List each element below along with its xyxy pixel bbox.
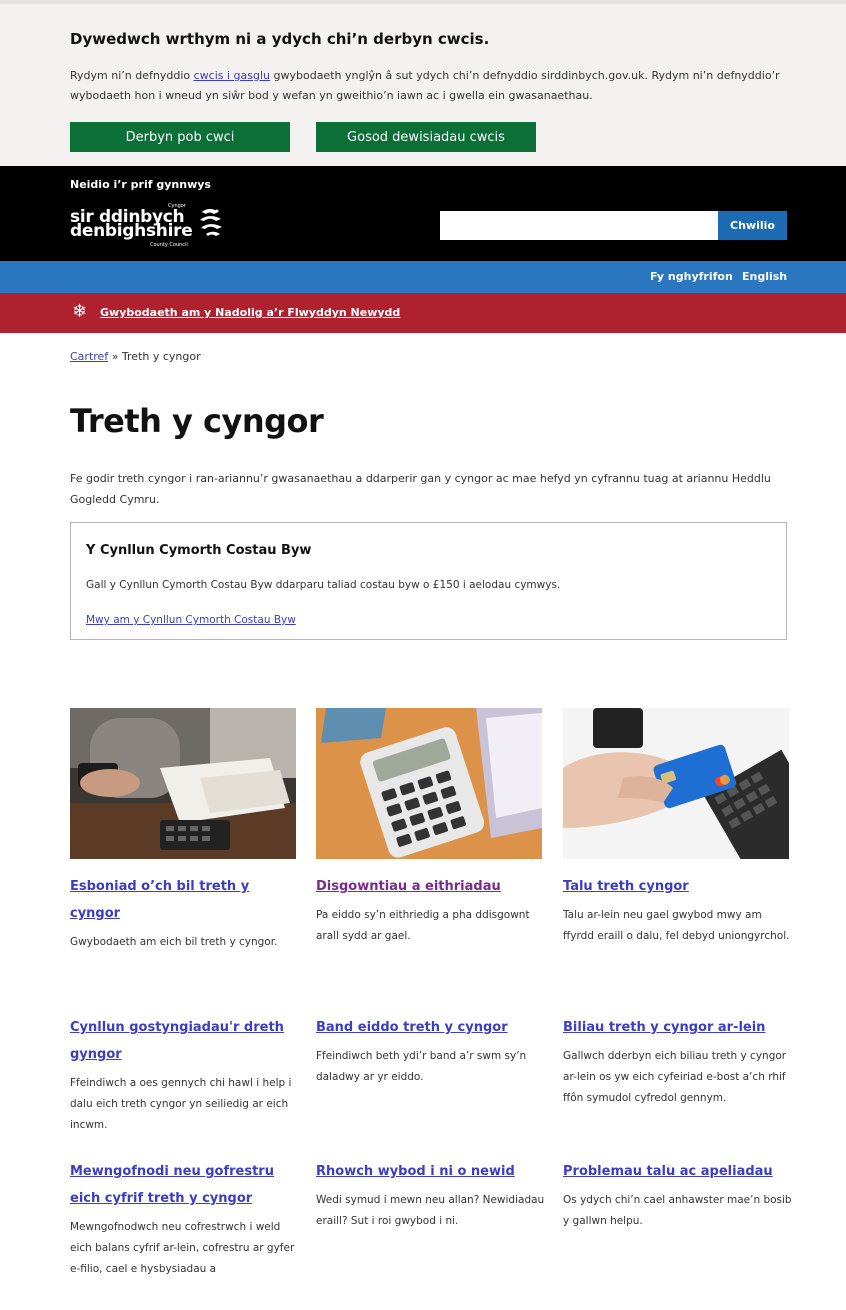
card-pay: Talu treth cyngor Talu ar-lein neu gael … bbox=[563, 873, 793, 947]
card-reduction-scheme: Cynllun gostyngiadau'r dreth gyngor Ffei… bbox=[70, 1014, 300, 1136]
card-payment-problems: Problemau talu ac apeliadau Os ydych chi… bbox=[563, 1158, 793, 1232]
site-header: Neidio i’r prif gynnwys Cyngor sir ddinb… bbox=[0, 166, 846, 261]
breadcrumb-separator: » bbox=[111, 350, 119, 363]
breadcrumb-current: Treth y cyngor bbox=[121, 350, 201, 363]
utility-nav: Fy nghyfrifon English bbox=[0, 261, 846, 293]
card-description: Gwybodaeth am eich bil treth y cyngor. bbox=[70, 936, 278, 948]
callout-more-link[interactable]: Mwy am y Cynllun Cymorth Costau Byw bbox=[86, 614, 296, 626]
accept-cookies-button[interactable]: Derbyn pob cwci bbox=[70, 122, 290, 152]
logo-line-english: denbighshire bbox=[70, 221, 193, 241]
site-logo[interactable]: Cyngor sir ddinbych denbighshire County … bbox=[70, 202, 240, 252]
cost-of-living-callout: Y Cynllun Cymorth Costau Byw Gall y Cynl… bbox=[70, 522, 787, 640]
card-description: Wedi symud i mewn neu allan? Newidiadau … bbox=[316, 1194, 545, 1227]
snowflake-icon: ❄ bbox=[72, 301, 88, 322]
card-title-link[interactable]: Mewngofnodi neu gofrestru eich cyfrif tr… bbox=[70, 1158, 300, 1212]
skip-to-content-link[interactable]: Neidio i’r prif gynnwys bbox=[70, 178, 211, 191]
cookie-policy-link[interactable]: cwcis i gasglu bbox=[194, 69, 270, 82]
card-description: Talu ar-lein neu gael gwybod mwy am ffyr… bbox=[563, 909, 790, 942]
search-input[interactable] bbox=[440, 211, 718, 240]
card-description: Mewngofnodwch neu cofrestrwch i weld eic… bbox=[70, 1221, 295, 1275]
card-report-change: Rhowch wybod i ni o newid Wedi symud i m… bbox=[316, 1158, 546, 1232]
card-description: Ffeindiwch beth ydi’r band a’r swm sy’n … bbox=[316, 1050, 527, 1083]
card-title-link[interactable]: Band eiddo treth y cyngor bbox=[316, 1014, 546, 1041]
card-image-payment[interactable] bbox=[563, 708, 789, 859]
card-title-link[interactable]: Cynllun gostyngiadau'r dreth gyngor bbox=[70, 1014, 300, 1068]
card-title-link[interactable]: Rhowch wybod i ni o newid bbox=[316, 1158, 546, 1185]
cookie-heading: Dywedwch wrthym ni a ydych chi’n derbyn … bbox=[70, 30, 490, 48]
search-button[interactable]: Chwilio bbox=[718, 211, 787, 240]
card-title-link[interactable]: Disgowntiau a eithriadau bbox=[316, 873, 546, 900]
card-description: Os ydych chi’n cael anhawster mae’n bosi… bbox=[563, 1194, 792, 1227]
calculator-photo bbox=[316, 708, 542, 859]
cookie-text-before: Rydym ni’n defnyddio bbox=[70, 69, 194, 82]
card-image-discounts[interactable] bbox=[316, 708, 542, 859]
card-login-register: Mewngofnodi neu gofrestru eich cyfrif tr… bbox=[70, 1158, 300, 1280]
card-description: Gallwch dderbyn eich biliau treth y cyng… bbox=[563, 1050, 787, 1104]
card-bill-explained: Esboniad o’ch bil treth y cyngor Gwyboda… bbox=[70, 873, 300, 953]
card-online-bills: Biliau treth y cyngor ar-lein Gallwch dd… bbox=[563, 1014, 793, 1109]
callout-title: Y Cynllun Cymorth Costau Byw bbox=[86, 543, 312, 558]
logo-small-bottom: County Council bbox=[150, 242, 188, 248]
christmas-notice-banner: ❄ Gwybodaeth am y Nadolig a’r Flwyddyn N… bbox=[0, 293, 846, 333]
card-payment-photo bbox=[563, 708, 789, 859]
page-title: Treth y cyngor bbox=[70, 402, 324, 440]
christmas-info-link[interactable]: Gwybodaeth am y Nadolig a’r Flwyddyn New… bbox=[100, 306, 400, 319]
card-title-link[interactable]: Biliau treth y cyngor ar-lein bbox=[563, 1014, 793, 1041]
bill-photo bbox=[70, 708, 296, 859]
card-property-band: Band eiddo treth y cyngor Ffeindiwch bet… bbox=[316, 1014, 546, 1088]
card-title-link[interactable]: Esboniad o’ch bil treth y cyngor bbox=[70, 873, 300, 927]
callout-text: Gall y Cynllun Cymorth Costau Byw ddarpa… bbox=[86, 579, 561, 591]
card-description: Pa eiddo sy’n eithriedig a pha ddisgownt… bbox=[316, 909, 530, 942]
cookie-settings-button[interactable]: Gosod dewisiadau cwcis bbox=[316, 122, 536, 152]
cookie-banner: Dywedwch wrthym ni a ydych chi’n derbyn … bbox=[0, 0, 846, 166]
card-discounts: Disgowntiau a eithriadau Pa eiddo sy’n e… bbox=[316, 873, 546, 947]
breadcrumb: Cartref » Treth y cyngor bbox=[70, 350, 201, 363]
card-description: Ffeindiwch a oes gennych chi hawl i help… bbox=[70, 1077, 292, 1131]
language-toggle-link[interactable]: English bbox=[742, 270, 787, 283]
card-title-link[interactable]: Talu treth cyngor bbox=[563, 873, 793, 900]
card-title-link[interactable]: Problemau talu ac apeliadau bbox=[563, 1158, 793, 1185]
cookie-text: Rydym ni’n defnyddio cwcis i gasglu gwyb… bbox=[70, 66, 790, 106]
breadcrumb-home-link[interactable]: Cartref bbox=[70, 350, 108, 363]
card-image-bill[interactable] bbox=[70, 708, 296, 859]
page-intro: Fe godir treth cyngor i ran-ariannu’r gw… bbox=[70, 472, 771, 506]
dragon-logo-icon bbox=[200, 209, 222, 236]
my-account-link[interactable]: Fy nghyfrifon bbox=[650, 270, 733, 283]
